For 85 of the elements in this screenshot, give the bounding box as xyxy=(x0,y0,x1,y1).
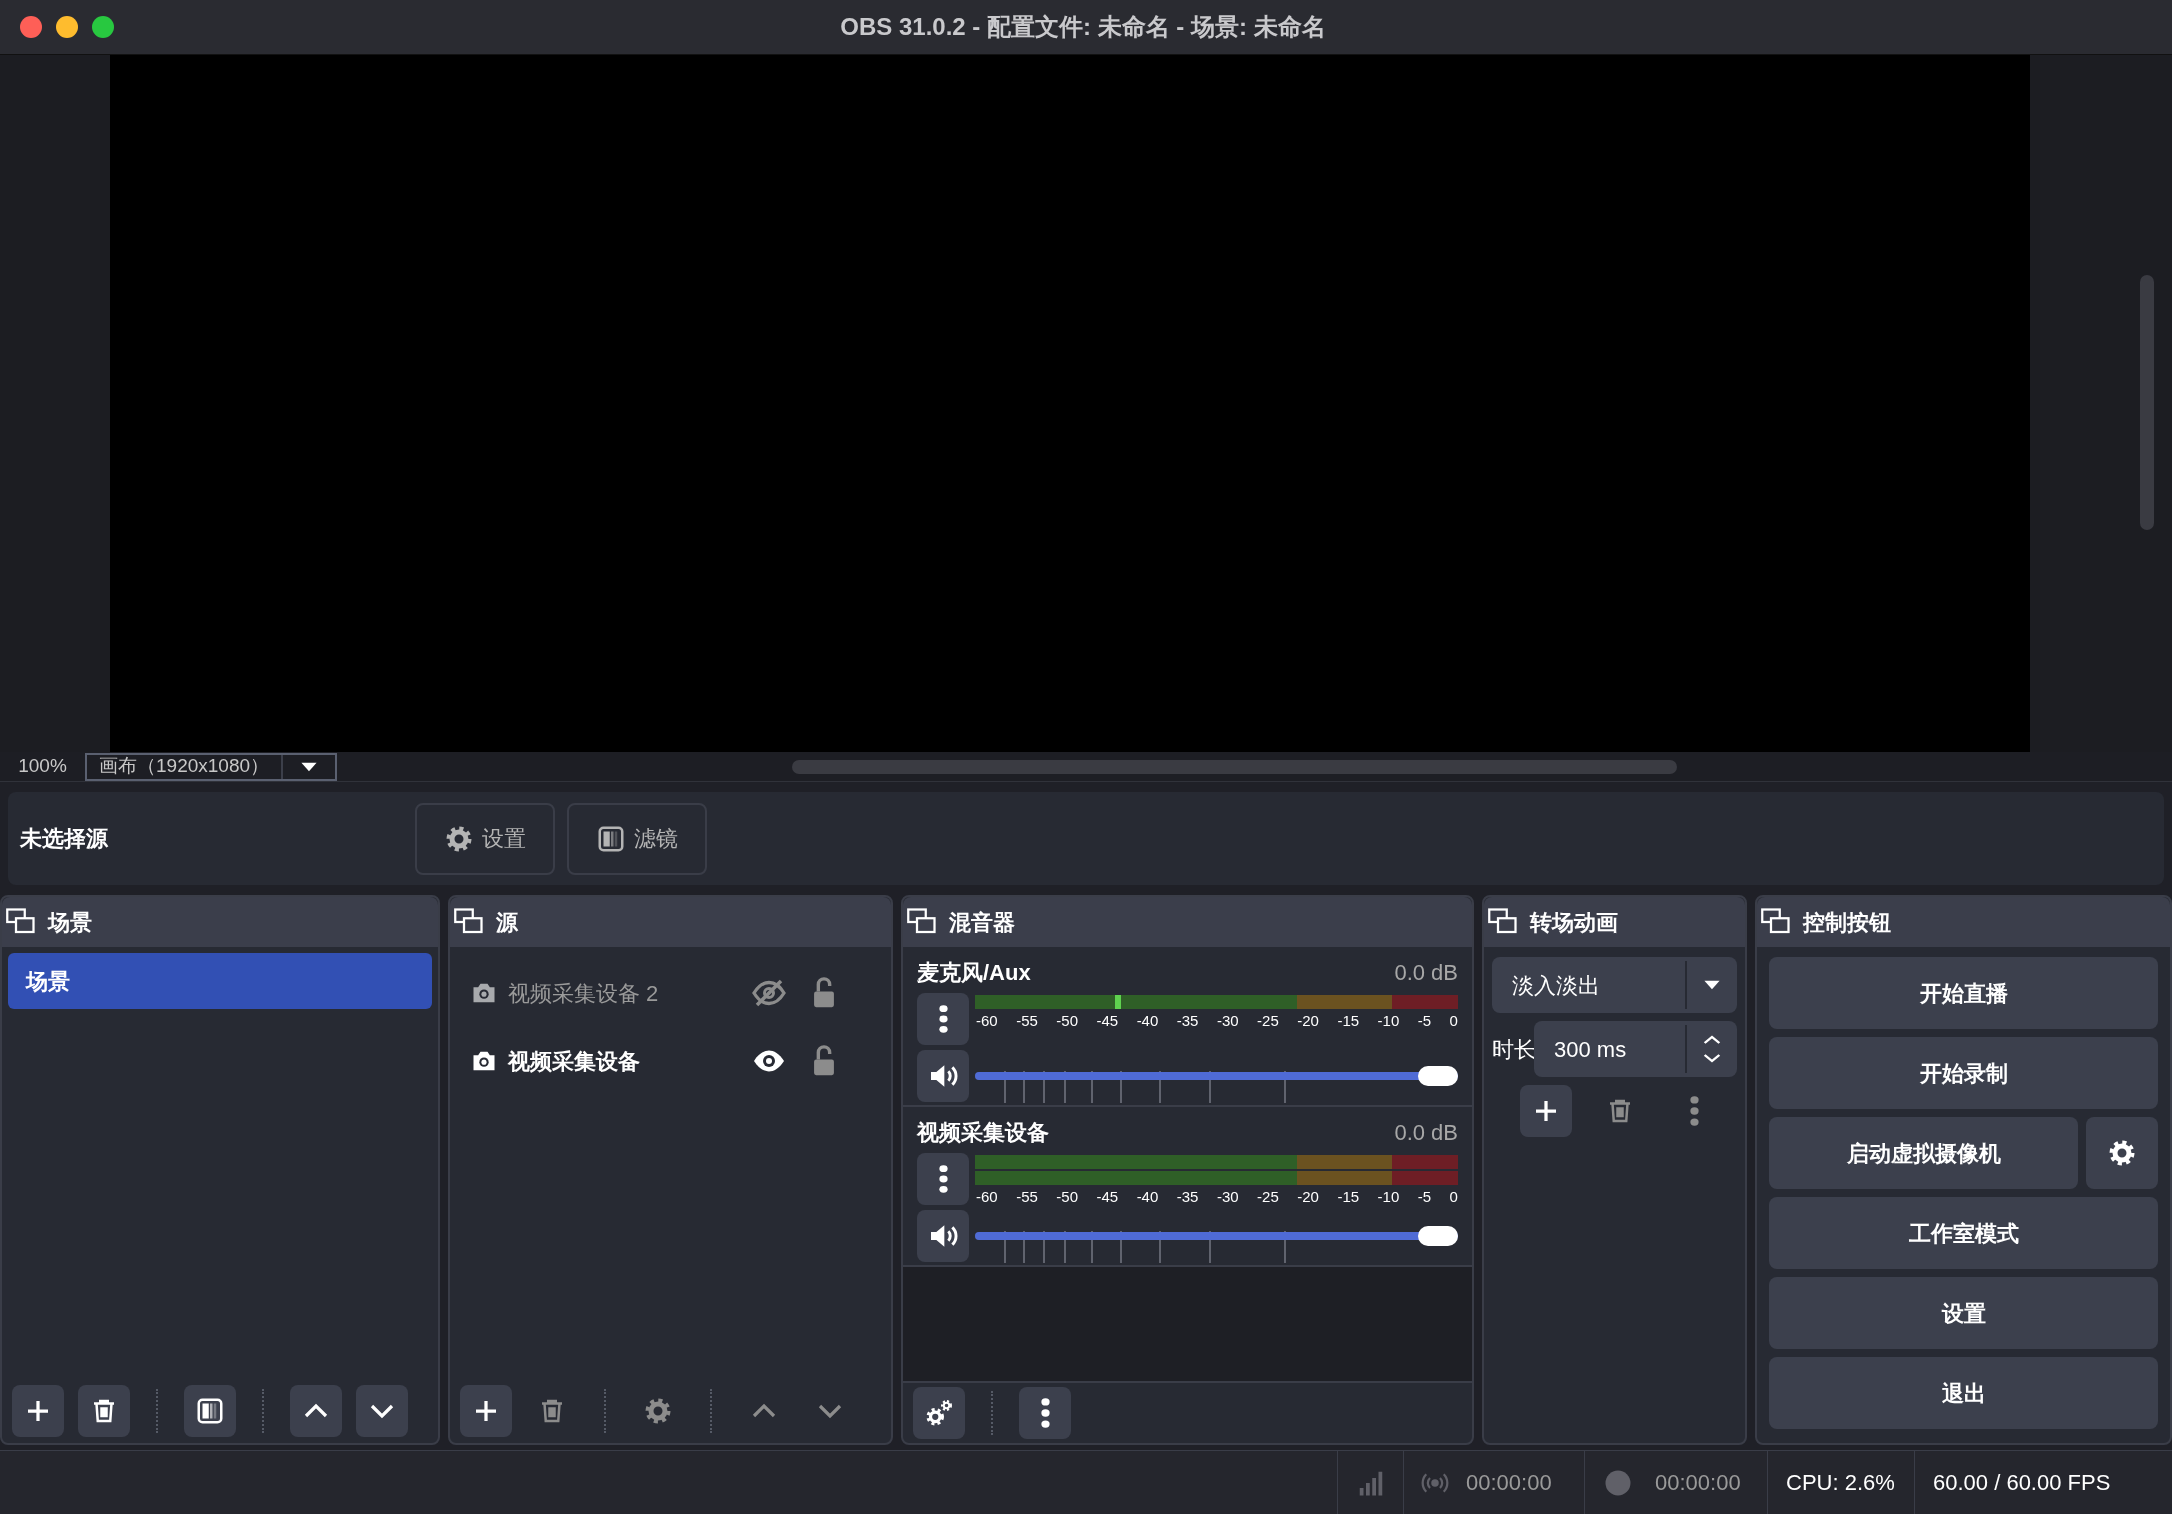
dock-title: 控制按钮 xyxy=(1803,908,1891,937)
zoom-window-button[interactable] xyxy=(92,16,114,38)
horizontal-scrollbar[interactable] xyxy=(792,759,1677,774)
no-source-label: 未选择源 xyxy=(19,825,109,853)
meter-scale-label: -35 xyxy=(1176,1189,1199,1204)
meter-scale-label: -40 xyxy=(1136,1189,1159,1204)
close-window-button[interactable] xyxy=(20,16,42,38)
duration-spinbox[interactable]: 300 ms xyxy=(1534,1021,1737,1077)
control-button[interactable]: 退出 xyxy=(1769,1357,2158,1429)
filters-button[interactable] xyxy=(184,1385,236,1437)
control-button[interactable]: 启动虚拟摄像机 xyxy=(1769,1117,2078,1189)
vertical-scrollbar[interactable] xyxy=(2140,275,2154,530)
meter-scale-label: -10 xyxy=(1377,1013,1400,1028)
control-button[interactable]: 开始录制 xyxy=(1769,1037,2158,1109)
meter-scale-label: -35 xyxy=(1176,1013,1199,1028)
channel-menu-button[interactable] xyxy=(917,993,969,1045)
stream-time: 00:00:00 xyxy=(1466,1469,1552,1497)
mute-button[interactable] xyxy=(917,1050,969,1102)
cpu-usage: CPU: 2.6% xyxy=(1786,1469,1895,1497)
dock-title: 源 xyxy=(496,908,518,937)
meter-scale-label: -5 xyxy=(1417,1013,1432,1028)
dock-title: 转场动画 xyxy=(1530,908,1618,937)
meter-scale-label: -40 xyxy=(1136,1013,1159,1028)
menu-icon xyxy=(1040,1398,1050,1428)
meter-scale-label: -20 xyxy=(1297,1013,1319,1028)
volume-reading: 0.0 dB xyxy=(1394,958,1458,987)
advanced-audio-button[interactable] xyxy=(913,1387,965,1439)
scene-item[interactable]: 场景 xyxy=(8,953,432,1009)
meter-scale-label: -55 xyxy=(1016,1189,1038,1204)
control-button[interactable]: 工作室模式 xyxy=(1769,1197,2158,1269)
source-item[interactable]: 视频采集设备 2 xyxy=(450,959,891,1027)
control-button[interactable]: 设置 xyxy=(1769,1277,2158,1349)
move-down-button[interactable] xyxy=(356,1385,408,1437)
meter-scale-label: -20 xyxy=(1297,1189,1319,1204)
channel-name: 麦克风/Aux xyxy=(917,958,1031,987)
meter-scale-label: -30 xyxy=(1216,1189,1239,1204)
meter-scale-label: -50 xyxy=(1056,1189,1078,1204)
menu-icon xyxy=(938,1005,948,1033)
meter-scale-label: -15 xyxy=(1337,1189,1360,1204)
move-up-button[interactable] xyxy=(290,1385,342,1437)
meter-scale-label: 0 xyxy=(1449,1189,1458,1204)
meter-scale-label: -30 xyxy=(1216,1013,1239,1028)
volume-thumb[interactable] xyxy=(1418,1066,1458,1086)
channel-name: 视频采集设备 xyxy=(917,1118,1049,1147)
add-button[interactable] xyxy=(1520,1085,1572,1137)
menu-button[interactable] xyxy=(1019,1387,1071,1439)
filter-icon xyxy=(195,1396,225,1426)
add-button[interactable] xyxy=(12,1385,64,1437)
meter-scale-label: -45 xyxy=(1096,1013,1119,1028)
virtual-camera-settings-button[interactable] xyxy=(2086,1117,2158,1189)
gears-icon xyxy=(924,1398,954,1428)
meter-scale-label: -60 xyxy=(976,1013,998,1028)
meter-scale-label: -45 xyxy=(1096,1189,1119,1204)
transition-dropdown[interactable]: 淡入淡出 xyxy=(1492,957,1737,1013)
meter-scale-label: -50 xyxy=(1056,1013,1078,1028)
meter-scale-label: -25 xyxy=(1257,1189,1279,1204)
fps-counter: 60.00 / 60.00 FPS xyxy=(1933,1469,2111,1497)
canvas-dropdown[interactable]: 画布（1920x1080） xyxy=(85,752,337,781)
source-label: 视频采集设备 xyxy=(508,1047,641,1076)
source-label: 视频采集设备 2 xyxy=(508,979,660,1008)
meter-scale-label: -15 xyxy=(1337,1013,1360,1028)
meter-scale-label: -55 xyxy=(1016,1013,1038,1028)
volume-thumb[interactable] xyxy=(1418,1226,1458,1246)
meter-scale-label: -5 xyxy=(1417,1189,1432,1204)
control-button[interactable]: 开始直播 xyxy=(1769,957,2158,1029)
dock-title: 混音器 xyxy=(949,908,1015,937)
settings-icon xyxy=(2107,1138,2137,1168)
dock-title: 场景 xyxy=(48,908,92,937)
channel-menu-button[interactable] xyxy=(917,1153,969,1205)
record-time: 00:00:00 xyxy=(1655,1469,1741,1497)
menu-icon xyxy=(938,1165,948,1193)
settings-icon xyxy=(643,1396,673,1426)
mute-button[interactable] xyxy=(917,1210,969,1262)
add-button[interactable] xyxy=(460,1385,512,1437)
zoom-level: 100% xyxy=(17,754,68,779)
meter-scale-label: -60 xyxy=(976,1189,998,1204)
menu-icon xyxy=(1689,1096,1699,1126)
minimize-window-button[interactable] xyxy=(56,16,78,38)
remove-button[interactable] xyxy=(78,1385,130,1437)
source-item[interactable]: 视频采集设备 xyxy=(450,1027,891,1095)
meter-scale-label: 0 xyxy=(1449,1013,1458,1028)
volume-reading: 0.0 dB xyxy=(1394,1118,1458,1147)
meter-scale-label: -25 xyxy=(1257,1013,1279,1028)
window-title: OBS 31.0.2 - 配置文件: 未命名 - 场景: 未命名 xyxy=(840,12,1326,42)
meter-scale-label: -10 xyxy=(1377,1189,1400,1204)
